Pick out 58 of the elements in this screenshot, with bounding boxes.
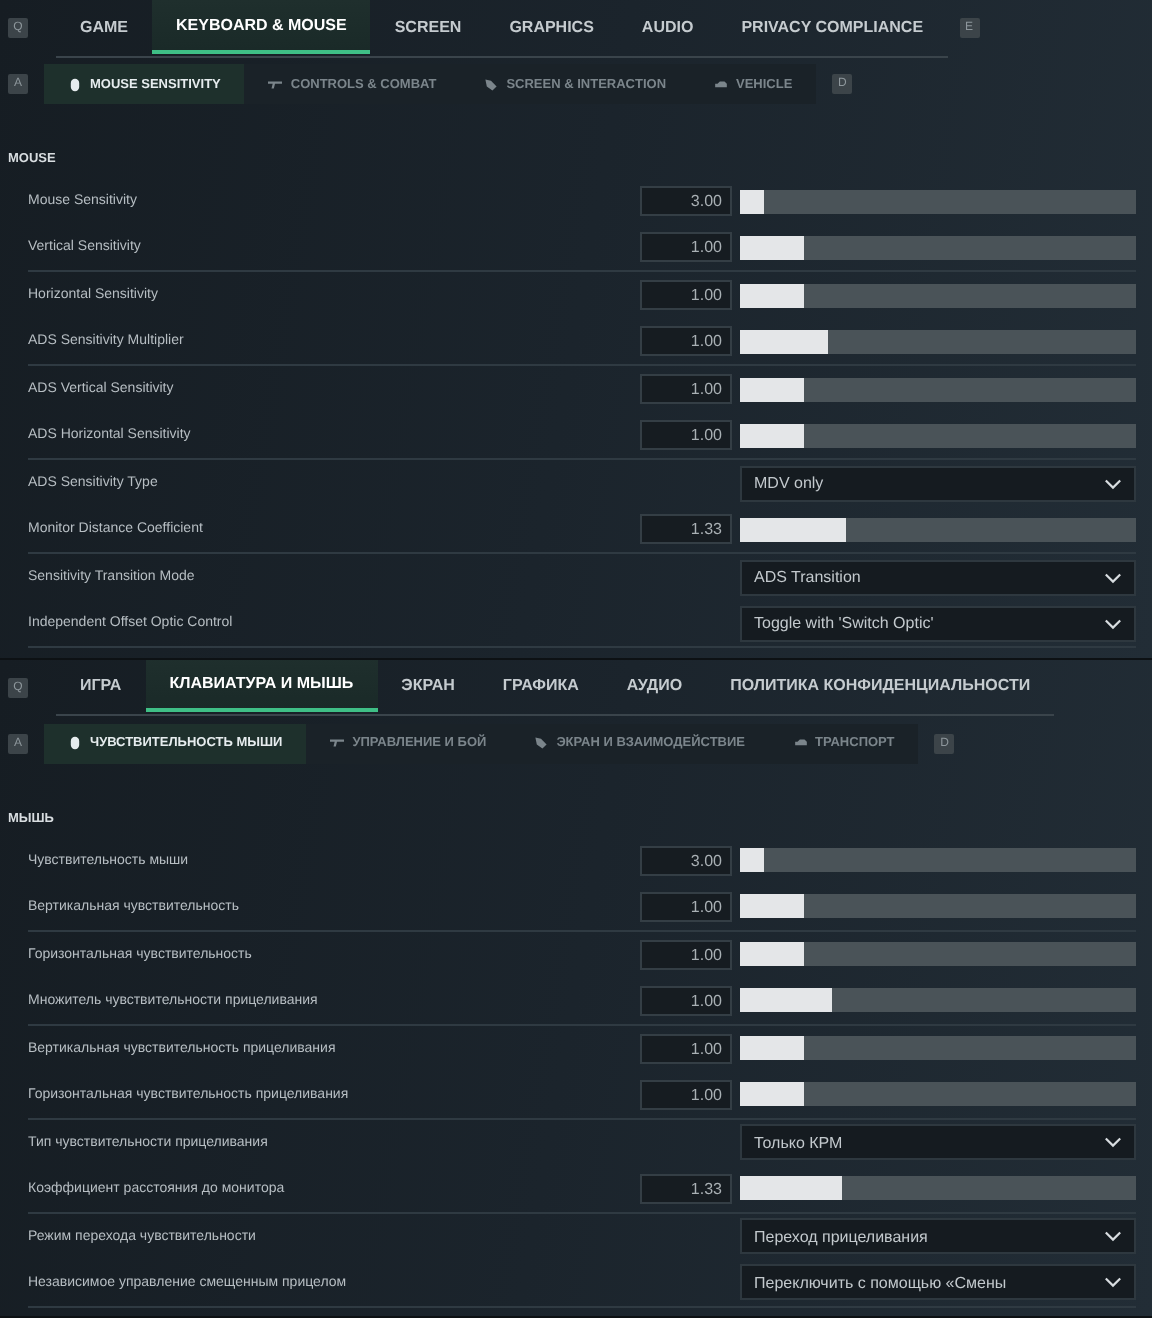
dropdown[interactable]: Переход прицеливания — [740, 1218, 1136, 1254]
slider-track[interactable] — [740, 1082, 1136, 1106]
value-field[interactable]: 1.00 — [640, 374, 732, 404]
tab[interactable]: AUDIO — [617, 0, 718, 53]
slider-track[interactable] — [740, 988, 1136, 1012]
tab[interactable]: АУДИО — [602, 659, 707, 712]
slider-track[interactable] — [740, 189, 1136, 213]
tab[interactable]: ГРАФИКА — [478, 659, 603, 712]
slider-track[interactable] — [740, 329, 1136, 353]
slider-track[interactable] — [740, 942, 1136, 966]
slider-track[interactable] — [740, 848, 1136, 872]
slider-track[interactable] — [740, 1036, 1136, 1060]
gun-icon — [268, 77, 283, 91]
slider-track[interactable] — [740, 894, 1136, 918]
chevron-down-icon — [1104, 1230, 1122, 1242]
tab[interactable]: ИГРА — [56, 659, 146, 712]
tab[interactable]: GAME — [56, 0, 152, 53]
value-field[interactable]: 1.00 — [640, 939, 732, 969]
dropdown[interactable]: Переключить с помощью «Смены — [740, 1264, 1136, 1300]
value-field[interactable]: 1.33 — [640, 514, 732, 544]
value-field[interactable]: 1.00 — [640, 420, 732, 450]
chevron-down-icon — [1104, 1136, 1122, 1148]
value-field[interactable]: 1.33 — [640, 1173, 732, 1203]
slider-track[interactable] — [740, 283, 1136, 307]
value-field[interactable]: 3.00 — [640, 845, 732, 875]
tab[interactable]: PRIVACY COMPLIANCE — [717, 0, 948, 53]
value-field[interactable]: 1.00 — [640, 326, 732, 356]
value-field[interactable]: 1.00 — [640, 280, 732, 310]
mouse-icon — [68, 77, 82, 91]
dropdown[interactable]: Только КРМ — [740, 1124, 1136, 1160]
value-field[interactable]: 1.00 — [640, 985, 732, 1015]
tab[interactable]: SCREEN — [370, 0, 486, 53]
slider-track[interactable] — [740, 517, 1136, 541]
car-icon — [714, 77, 729, 91]
slider-track[interactable] — [740, 423, 1136, 447]
chevron-down-icon — [1104, 617, 1122, 629]
dropdown[interactable]: Toggle with 'Switch Optic' — [740, 605, 1136, 641]
mouse-icon — [68, 736, 82, 750]
gun-icon — [330, 736, 345, 750]
chevron-down-icon — [1104, 1276, 1122, 1288]
slider-track[interactable] — [740, 235, 1136, 259]
car-icon — [793, 736, 807, 750]
value-field[interactable]: 1.00 — [640, 232, 732, 262]
tab[interactable]: ПОЛИТИКА КОНФИДЕНЦИАЛЬНОСТИ — [706, 659, 1055, 712]
slider-track[interactable] — [740, 1176, 1136, 1200]
tab[interactable]: GRAPHICS — [485, 0, 618, 53]
tab[interactable]: КЛАВИАТУРА И МЫШЬ — [145, 659, 378, 712]
dropdown[interactable]: MDV only — [740, 465, 1136, 501]
dropdown[interactable]: ADS Transition — [740, 559, 1136, 595]
value-field[interactable]: 1.00 — [640, 1079, 732, 1109]
tab[interactable]: ЭКРАН — [377, 659, 479, 712]
chevron-down-icon — [1104, 477, 1122, 489]
value-field[interactable]: 1.00 — [640, 891, 732, 921]
chevron-down-icon — [1104, 571, 1122, 583]
slider-track[interactable] — [740, 377, 1136, 401]
value-field[interactable]: 3.00 — [640, 186, 732, 216]
tab[interactable]: KEYBOARD & MOUSE — [152, 0, 371, 53]
value-field[interactable]: 1.00 — [640, 1033, 732, 1063]
